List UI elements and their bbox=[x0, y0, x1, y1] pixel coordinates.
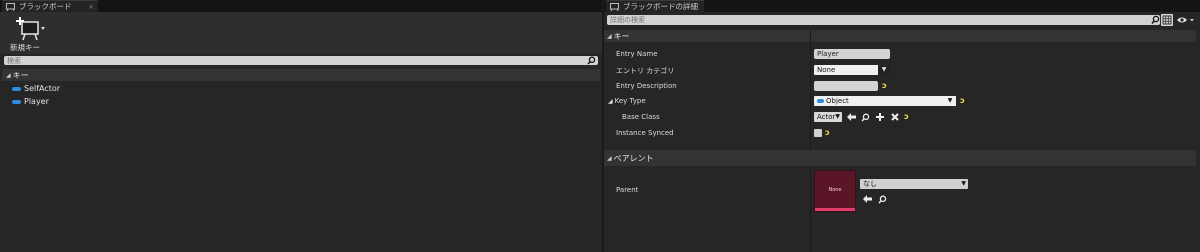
instance-synced-checkbox[interactable] bbox=[814, 129, 822, 137]
entry-description-row: Entry Description ↄ bbox=[604, 78, 1200, 94]
entry-description-field[interactable] bbox=[814, 81, 878, 91]
close-icon[interactable]: × bbox=[88, 3, 94, 11]
chevron-down-icon: ▼ bbox=[835, 113, 840, 120]
collapse-arrow-icon: ◢ bbox=[6, 71, 11, 79]
chevron-down-icon: ▼ bbox=[961, 180, 966, 187]
reset-icon[interactable]: ↄ bbox=[960, 96, 965, 105]
reset-icon[interactable]: ↄ bbox=[904, 112, 909, 121]
view-options-button[interactable] bbox=[1176, 15, 1196, 25]
browse-search-icon[interactable] bbox=[861, 113, 870, 125]
object-pill-icon bbox=[12, 86, 21, 91]
dropdown-value: None bbox=[817, 66, 836, 74]
section-title: キー bbox=[613, 31, 630, 41]
entry-description-label: Entry Description bbox=[616, 82, 677, 90]
dropdown-value: なし bbox=[863, 180, 877, 188]
list-item[interactable]: SelfActor bbox=[12, 83, 60, 94]
tab-blackboard-details[interactable]: ブラックボードの詳細 bbox=[606, 0, 704, 12]
search-icon[interactable] bbox=[587, 56, 596, 65]
list-item[interactable]: Player bbox=[12, 96, 49, 107]
grid-icon bbox=[1162, 15, 1172, 25]
object-pill-icon bbox=[12, 99, 21, 104]
tab-bar: ブラックボード × bbox=[0, 0, 602, 12]
blackboard-panel: ブラックボード × 新規キー ◢ キー bbox=[0, 0, 602, 252]
reset-icon[interactable]: ↄ bbox=[882, 81, 887, 90]
details-panel: ブラックボードの詳細 ◢ キー Entry Name Player bbox=[604, 0, 1200, 252]
thumbnail-accent-bar bbox=[815, 208, 855, 211]
eye-icon bbox=[1177, 17, 1194, 23]
tab-label: ブラックボードの詳細 bbox=[623, 2, 698, 11]
key-name: Player bbox=[24, 97, 49, 106]
instance-synced-label: Instance Synced bbox=[616, 129, 674, 137]
collapse-arrow-icon[interactable]: ◢ bbox=[608, 98, 613, 105]
parent-label: Parent bbox=[616, 186, 639, 194]
key-type-label-text: Key Type bbox=[614, 97, 646, 105]
entry-category-row: エントリ カテゴリ None ▼ bbox=[604, 62, 1200, 78]
entry-category-dropdown[interactable]: None ▼ bbox=[814, 65, 890, 75]
use-selected-arrow-icon[interactable] bbox=[863, 195, 872, 206]
key-name: SelfActor bbox=[24, 84, 61, 93]
browse-search-icon[interactable] bbox=[878, 195, 887, 207]
search-icon[interactable] bbox=[1151, 15, 1160, 27]
reset-icon[interactable]: ↄ bbox=[825, 128, 830, 137]
base-class-label: Base Class bbox=[622, 113, 660, 121]
chevron-down-icon: ▼ bbox=[944, 96, 956, 106]
keys-section-header[interactable]: ◢ キー bbox=[2, 69, 600, 81]
base-class-row: Base Class Actor ▼ ↄ bbox=[604, 109, 1200, 125]
entry-name-label: Entry Name bbox=[616, 50, 658, 58]
collapse-arrow-icon: ◢ bbox=[607, 32, 612, 40]
key-type-row: ◢ Key Type Object ▼ ↄ bbox=[604, 93, 1200, 109]
search-box bbox=[4, 56, 598, 65]
instance-synced-row: Instance Synced ↄ bbox=[604, 125, 1200, 141]
base-class-dropdown[interactable]: Actor ▼ bbox=[814, 112, 842, 122]
entry-category-label: エントリ カテゴリ bbox=[616, 67, 675, 75]
clear-x-icon[interactable] bbox=[891, 113, 899, 124]
tab-blackboard[interactable]: ブラックボード × bbox=[2, 0, 98, 12]
section-title: ペアレント bbox=[613, 153, 654, 163]
details-search-box bbox=[607, 15, 1160, 25]
key-type-dropdown[interactable]: Object ▼ bbox=[814, 96, 956, 106]
blackboard-tab-icon bbox=[610, 2, 619, 11]
blackboard-tab-icon bbox=[6, 2, 15, 11]
collapse-arrow-icon: ◢ bbox=[607, 154, 612, 162]
tab-label: ブラックボード bbox=[19, 2, 72, 11]
search-input[interactable] bbox=[4, 56, 598, 65]
section-title: キー bbox=[12, 70, 29, 80]
new-key-label: 新規キー bbox=[10, 43, 40, 52]
tab-bar: ブラックボードの詳細 bbox=[604, 0, 1200, 12]
new-key-button[interactable]: 新規キー bbox=[4, 14, 56, 52]
dropdown-value: Actor bbox=[817, 113, 836, 121]
key-section-header[interactable]: ◢ キー bbox=[604, 30, 1196, 42]
key-type-label: ◢ Key Type bbox=[608, 97, 646, 105]
parent-asset-thumbnail[interactable]: None bbox=[814, 170, 856, 212]
parent-section-header[interactable]: ◢ ペアレント bbox=[604, 150, 1196, 166]
chevron-down-icon: ▼ bbox=[878, 65, 890, 75]
details-search-input[interactable] bbox=[607, 15, 1160, 25]
new-key-icon bbox=[16, 16, 46, 44]
entry-name-field[interactable]: Player bbox=[814, 49, 890, 59]
parent-asset-dropdown[interactable]: なし ▼ bbox=[860, 179, 968, 189]
entry-name-row: Entry Name Player bbox=[604, 46, 1200, 62]
dropdown-value: Object bbox=[826, 97, 849, 105]
object-pill-icon bbox=[817, 99, 824, 103]
toolbar: 新規キー bbox=[0, 12, 602, 54]
thumbnail-label: None bbox=[828, 187, 842, 193]
use-selected-arrow-icon[interactable] bbox=[847, 113, 856, 124]
plus-icon[interactable] bbox=[876, 113, 884, 124]
property-matrix-button[interactable] bbox=[1161, 14, 1173, 26]
